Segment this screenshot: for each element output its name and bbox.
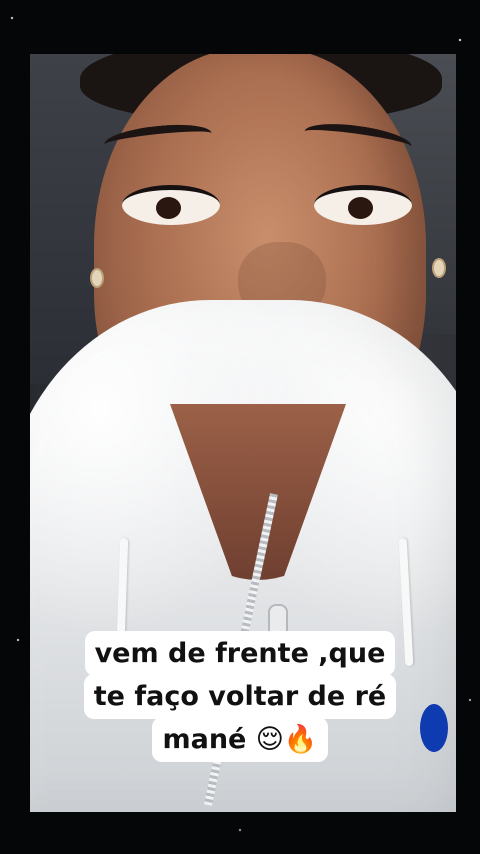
caption-line-2: te faço voltar de ré bbox=[83, 673, 397, 719]
right-eye bbox=[314, 185, 412, 225]
short-video-screen: vem de frente ,que te faço voltar de ré … bbox=[0, 0, 480, 854]
caption-line-3: mané 😌🔥 bbox=[152, 716, 328, 762]
right-earring bbox=[432, 258, 446, 278]
left-earring bbox=[90, 268, 104, 288]
caption-overlay: vem de frente ,que te faço voltar de ré … bbox=[60, 631, 420, 762]
caption-line-1: vem de frente ,que bbox=[84, 631, 396, 676]
left-eye bbox=[122, 185, 220, 225]
blue-object bbox=[420, 704, 448, 752]
